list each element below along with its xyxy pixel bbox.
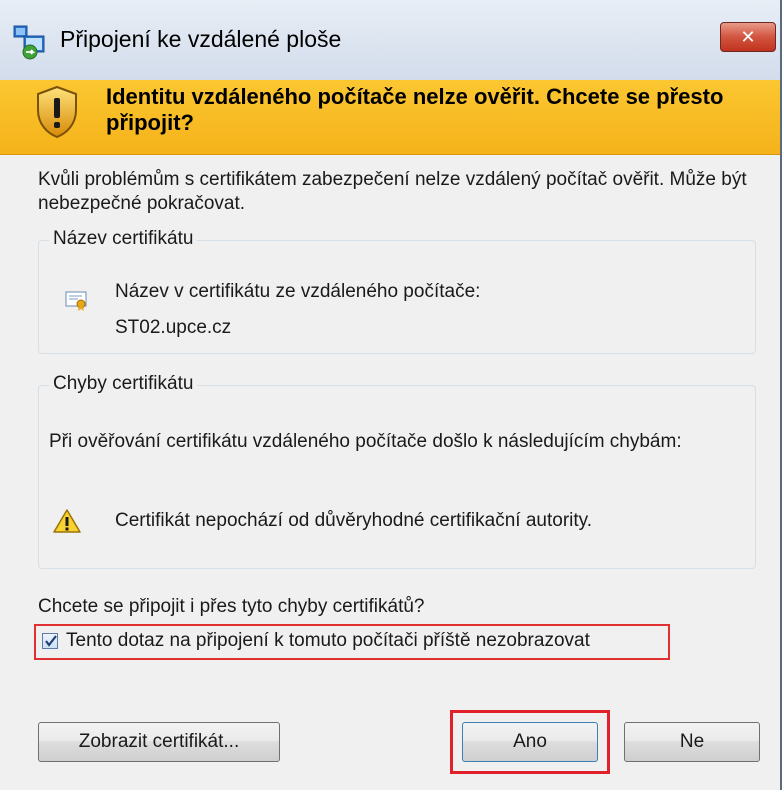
dont-ask-again-label[interactable]: Tento dotaz na připojení k tomuto počíta…	[66, 630, 590, 652]
certificate-name-group: Název certifikátu Název v certifikátu ze…	[38, 228, 756, 354]
show-certificate-button[interactable]: Zobrazit certifikát...	[38, 722, 280, 762]
warning-icon	[53, 508, 81, 534]
certificate-errors-group: Chyby certifikátu Při ověřování certifik…	[38, 373, 756, 569]
errors-description: Při ověřování certifikátu vzdáleného poč…	[49, 431, 682, 452]
title-bar[interactable]: Připojení ke vzdálené ploše ✕	[0, 0, 780, 80]
remote-desktop-icon	[12, 24, 48, 60]
warning-banner: Identitu vzdáleného počítače nelze ověři…	[0, 80, 780, 155]
checkmark-icon	[45, 635, 57, 647]
certificate-error-item: Certifikát nepochází od důvěryhodné cert…	[115, 510, 593, 531]
remote-desktop-dialog: Připojení ke vzdálené ploše ✕ Identitu v…	[0, 0, 782, 790]
window-title: Připojení ke vzdálené ploše	[60, 26, 342, 52]
connect-question: Chcete se připojit i přes tyto chyby cer…	[38, 596, 425, 617]
group-legend: Chyby certifikátu	[49, 373, 198, 395]
close-button[interactable]: ✕	[720, 22, 776, 52]
no-button[interactable]: Ne	[624, 722, 760, 762]
yes-button[interactable]: Ano	[462, 722, 598, 762]
certificate-name-value: ST02.upce.cz	[115, 317, 232, 338]
dont-ask-again-option[interactable]: Tento dotaz na připojení k tomuto počíta…	[34, 624, 670, 660]
shield-warning-icon	[34, 84, 80, 140]
banner-heading: Identitu vzdáleného počítače nelze ověři…	[106, 84, 724, 135]
security-message: Kvůli problémům s certifikátem zabezpeče…	[38, 169, 747, 214]
dont-ask-again-checkbox[interactable]	[42, 633, 58, 649]
group-legend: Název certifikátu	[49, 228, 198, 250]
certificate-icon	[65, 291, 87, 311]
certificate-name-label: Název v certifikátu ze vzdáleného počíta…	[115, 281, 481, 302]
